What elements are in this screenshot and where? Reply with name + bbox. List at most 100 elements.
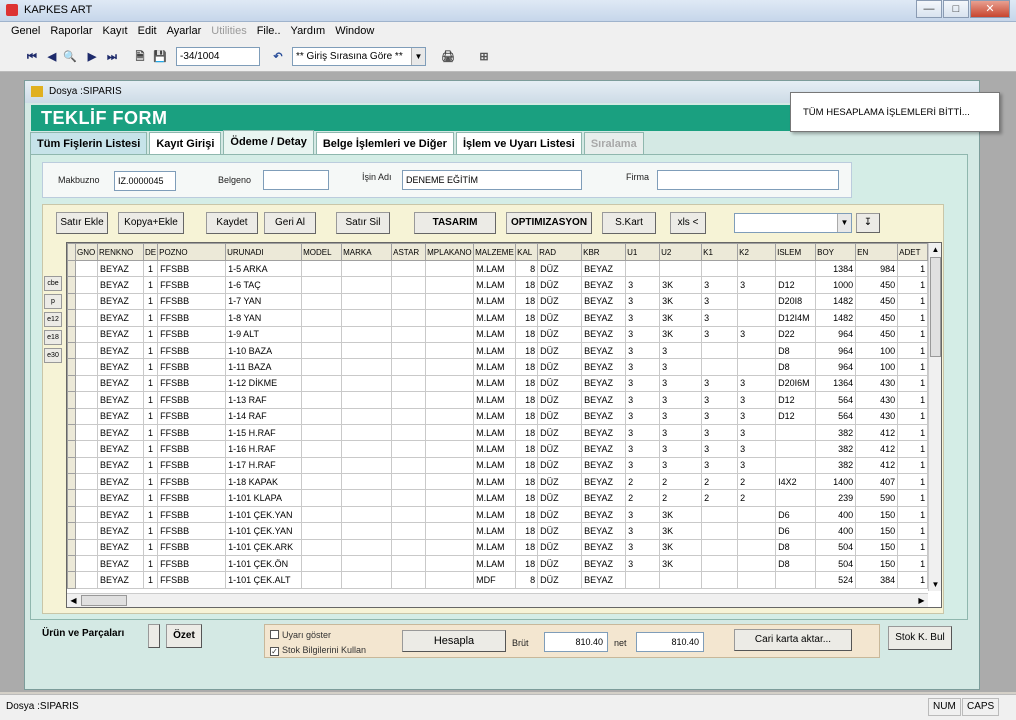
grid-cell[interactable]: 1-16 H.RAF bbox=[225, 440, 303, 458]
grid-cell[interactable]: 3 bbox=[625, 538, 661, 557]
grid-cell[interactable] bbox=[341, 456, 393, 475]
table-row[interactable]: BEYAZ 1 FFSBB 1-11 BAZA M.LAM 18 DÜZ BEYAZ 3 3 D8 9… bbox=[67, 358, 929, 376]
grid-cell[interactable]: BEYAZ bbox=[581, 391, 627, 409]
grid-cell[interactable]: 18 bbox=[515, 276, 539, 294]
grid-cell[interactable]: DÜZ bbox=[537, 538, 583, 557]
grid-cell[interactable]: 150 bbox=[855, 505, 899, 524]
side-button-p[interactable]: p bbox=[44, 294, 62, 309]
grid-cell[interactable] bbox=[301, 423, 343, 442]
grid-cell[interactable]: 1 bbox=[897, 292, 929, 311]
grid-cell[interactable]: 412 bbox=[855, 456, 899, 475]
table-row[interactable]: BEYAZ 1 FFSBB 1-101 ÇEK.ARK M.LAM 18 DÜZ BEYAZ 3… bbox=[67, 538, 929, 557]
grid-column-header[interactable]: K2 bbox=[737, 243, 777, 261]
grid-cell[interactable] bbox=[341, 423, 393, 442]
grid-cell[interactable]: 3 bbox=[737, 456, 777, 475]
grid-cell[interactable] bbox=[341, 391, 393, 409]
grid-cell[interactable]: 2 bbox=[737, 489, 777, 507]
grid-cell[interactable]: D20I8 bbox=[775, 292, 817, 311]
grid-cell[interactable]: 1 bbox=[142, 473, 159, 491]
tab-belge-islemleri[interactable]: Belge İşlemleri ve Diğer bbox=[315, 132, 454, 156]
grid-cell[interactable] bbox=[301, 341, 343, 360]
grid-cell[interactable] bbox=[341, 555, 393, 573]
grid-cell[interactable]: 3 bbox=[701, 391, 739, 409]
grid-cell[interactable] bbox=[775, 440, 817, 458]
grid-cell[interactable]: D20I6M bbox=[775, 374, 817, 393]
grid-cell[interactable]: 18 bbox=[515, 341, 539, 360]
grid-cell[interactable] bbox=[75, 391, 98, 409]
grid-cell[interactable]: 450 bbox=[855, 292, 899, 311]
grid-cell[interactable] bbox=[75, 358, 98, 376]
grid-cell[interactable]: 1-101 ÇEK.ARK bbox=[225, 538, 303, 557]
grid-cell[interactable]: 430 bbox=[855, 407, 899, 425]
grid-cell[interactable] bbox=[67, 456, 76, 475]
grid-cell[interactable]: FFSBB bbox=[157, 358, 227, 376]
grid-cell[interactable]: 3 bbox=[625, 522, 661, 540]
grid-cell[interactable]: 2 bbox=[625, 489, 661, 507]
grid-cell[interactable]: BEYAZ bbox=[97, 473, 144, 491]
grid-cell[interactable] bbox=[391, 473, 427, 491]
grid-cell[interactable] bbox=[341, 325, 393, 343]
grid-cell[interactable]: BEYAZ bbox=[97, 276, 144, 294]
scroll-right-icon[interactable]: ▶ bbox=[915, 594, 928, 607]
grid-cell[interactable] bbox=[75, 440, 98, 458]
grid-cell[interactable]: 1 bbox=[897, 522, 929, 540]
grid-column-header[interactable]: DE bbox=[142, 243, 159, 261]
scroll-down-icon[interactable]: ▼ bbox=[929, 578, 942, 591]
grid-cell[interactable]: 1 bbox=[897, 341, 929, 360]
grid-cell[interactable] bbox=[301, 473, 343, 491]
grid-cell[interactable]: 382 bbox=[815, 456, 857, 475]
grid-cell[interactable]: 18 bbox=[515, 374, 539, 393]
xls-export-button[interactable]: xls < bbox=[670, 212, 706, 234]
first-record-icon[interactable]: ⏮ bbox=[24, 49, 40, 65]
grid-cell[interactable]: 412 bbox=[855, 423, 899, 442]
grid-cell[interactable]: BEYAZ bbox=[97, 522, 144, 540]
grid-cell[interactable]: BEYAZ bbox=[97, 456, 144, 475]
grid-cell[interactable]: 18 bbox=[515, 489, 539, 507]
grid-cell[interactable]: BEYAZ bbox=[97, 407, 144, 425]
grid-cell[interactable]: 504 bbox=[815, 555, 857, 573]
vertical-scroll-thumb[interactable] bbox=[930, 257, 941, 357]
grid-cell[interactable]: BEYAZ bbox=[581, 473, 627, 491]
cari-karta-aktar-button[interactable]: Cari karta aktar... bbox=[734, 629, 852, 651]
grid-cell[interactable]: FFSBB bbox=[157, 309, 227, 327]
grid-cell[interactable] bbox=[67, 407, 76, 425]
menu-yardim[interactable]: Yardım bbox=[286, 22, 331, 42]
grid-cell[interactable]: 1-101 ÇEK.YAN bbox=[225, 522, 303, 540]
table-row[interactable]: BEYAZ 1 FFSBB 1-15 H.RAF M.LAM 18 DÜZ BEYAZ 3 3 3 3… bbox=[67, 423, 929, 442]
chevron-down-icon[interactable]: ▼ bbox=[411, 48, 425, 65]
grid-cell[interactable] bbox=[391, 276, 427, 294]
record-number-field[interactable]: -34/1004 bbox=[176, 47, 260, 66]
grid-cell[interactable] bbox=[67, 423, 76, 442]
grid-cell[interactable]: D8 bbox=[775, 555, 817, 573]
stok-k-bul-button[interactable]: Stok K. Bul bbox=[888, 626, 952, 650]
grid-cell[interactable]: DÜZ bbox=[537, 309, 583, 327]
grid-cell[interactable]: 100 bbox=[855, 341, 899, 360]
grid-cell[interactable]: 382 bbox=[815, 440, 857, 458]
grid-cell[interactable] bbox=[425, 292, 475, 311]
grid-cell[interactable] bbox=[391, 538, 427, 557]
grid-cell[interactable] bbox=[391, 391, 427, 409]
grid-cell[interactable]: 3 bbox=[625, 423, 661, 442]
grid-cell[interactable]: 1-8 YAN bbox=[225, 309, 303, 327]
grid-cell[interactable] bbox=[391, 292, 427, 311]
table-row[interactable]: BEYAZ 1 FFSBB 1-5 ARKA M.LAM 8 DÜZ BEYAZ 1384 984… bbox=[67, 259, 929, 278]
grid-cell[interactable]: MDF bbox=[473, 571, 517, 589]
grid-cell[interactable]: BEYAZ bbox=[97, 489, 144, 507]
grid-cell[interactable]: BEYAZ bbox=[581, 259, 627, 278]
table-row[interactable]: BEYAZ 1 FFSBB 1-101 KLAPA M.LAM 18 DÜZ BEYAZ 2 2 2… bbox=[67, 489, 929, 507]
grid-cell[interactable]: BEYAZ bbox=[97, 341, 144, 360]
tab-odeme-detay[interactable]: Ödeme / Detay bbox=[223, 130, 314, 156]
next-record-icon[interactable]: ▶ bbox=[84, 49, 100, 65]
grid-cell[interactable]: DÜZ bbox=[537, 276, 583, 294]
grid-cell[interactable]: 3 bbox=[701, 423, 739, 442]
grid-cell[interactable] bbox=[301, 571, 343, 589]
grid-cell[interactable]: M.LAM bbox=[473, 538, 517, 557]
grid-cell[interactable]: 18 bbox=[515, 473, 539, 491]
grid-cell[interactable] bbox=[341, 407, 393, 425]
menu-ayarlar[interactable]: Ayarlar bbox=[162, 22, 207, 42]
grid-cell[interactable] bbox=[425, 456, 475, 475]
grid-cell[interactable]: M.LAM bbox=[473, 407, 517, 425]
grid-cell[interactable]: DÜZ bbox=[537, 440, 583, 458]
table-row[interactable]: BEYAZ 1 FFSBB 1-12 DİKME M.LAM 18 DÜZ BEYAZ 3 3 3 3… bbox=[67, 374, 929, 393]
menu-raporlar[interactable]: Raporlar bbox=[45, 22, 97, 42]
